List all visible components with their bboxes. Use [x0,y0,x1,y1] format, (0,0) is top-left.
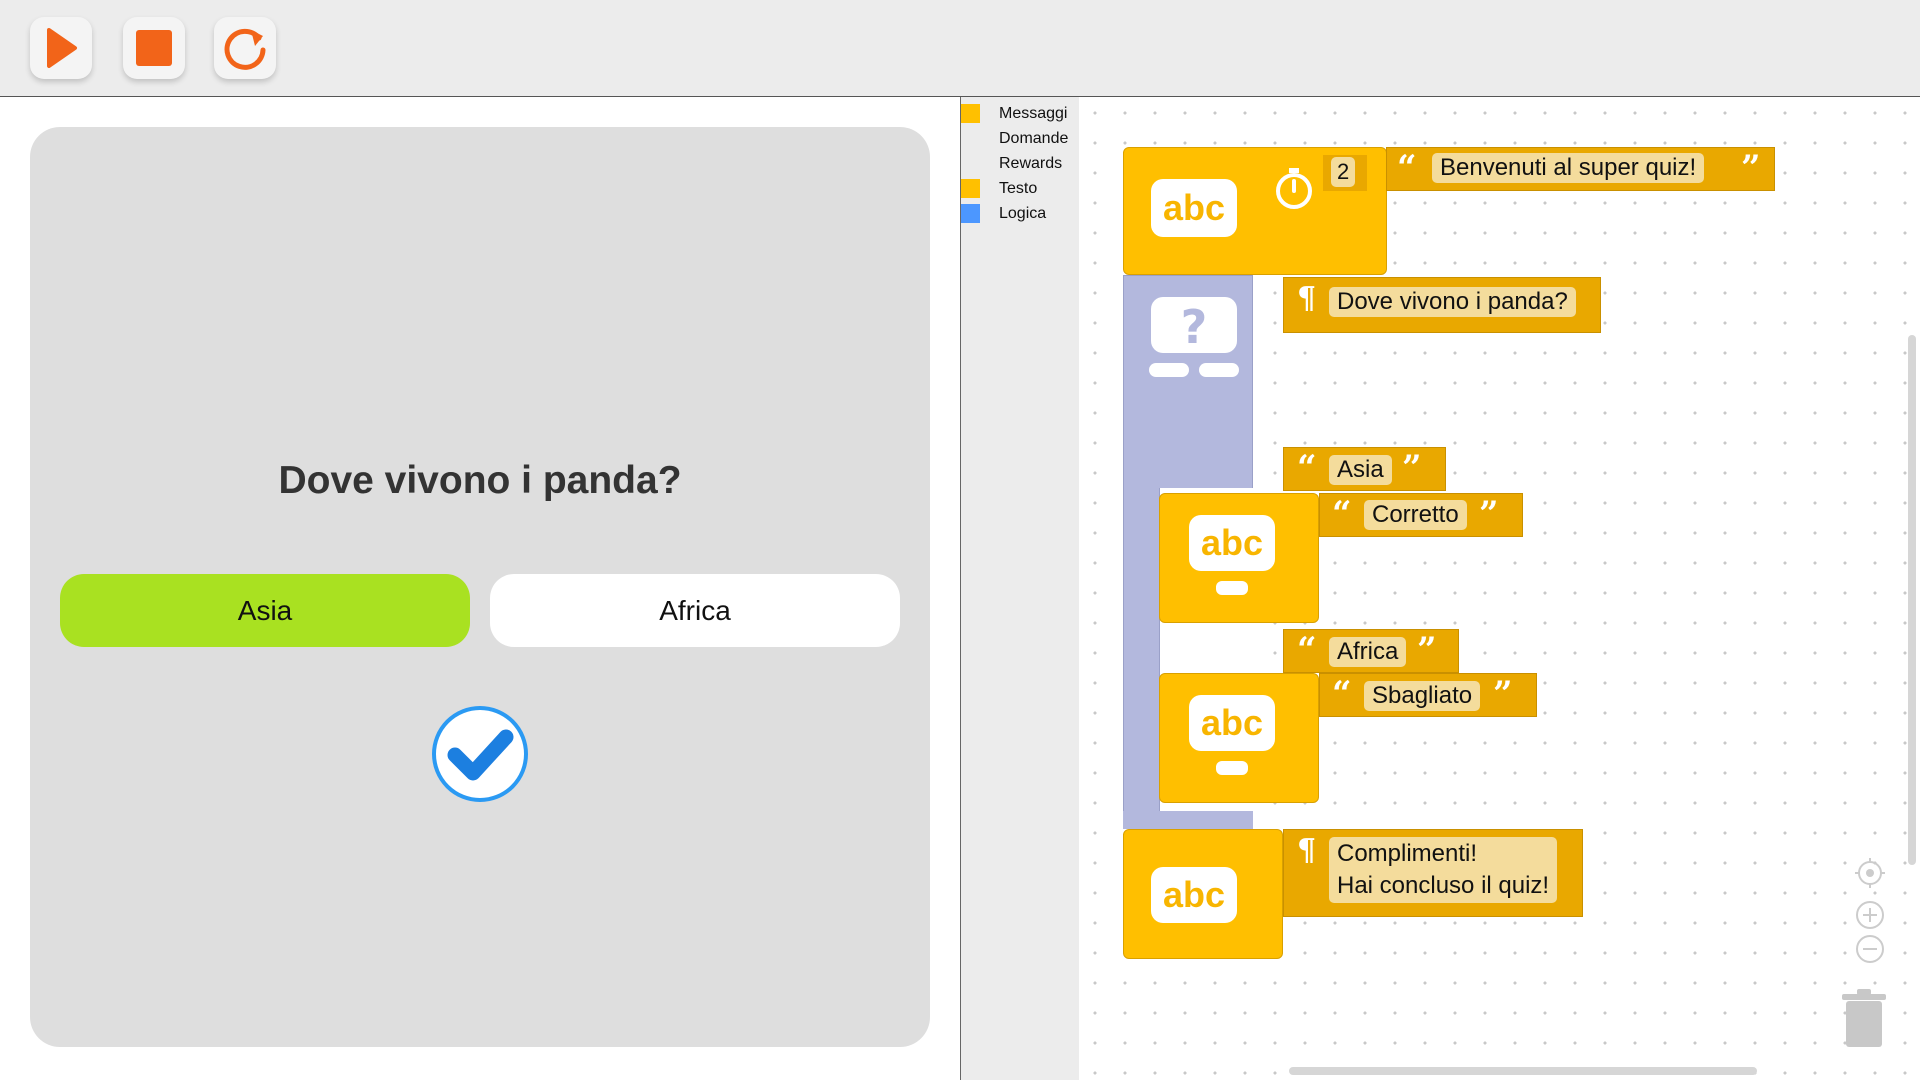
category-color-swatch [961,179,980,198]
category-label: Testo [999,179,1038,197]
zoom-out-icon[interactable] [1855,934,1885,964]
horizontal-scrollbar[interactable] [1289,1067,1757,1075]
confirm-button[interactable] [431,705,529,808]
response-pill-icon [1216,761,1248,775]
option-2-response-block[interactable]: abc [1159,673,1319,803]
stop-button[interactable] [123,17,185,79]
stage-panel: Dove vivono i panda? Asia Africa [0,97,960,1080]
trash-icon[interactable] [1842,989,1886,1047]
category-label: Domande [999,129,1069,147]
answer-button-2[interactable]: Africa [490,574,900,647]
svg-text:?: ? [1181,300,1208,354]
text-block-icon: abc [1151,867,1237,923]
refresh-icon [224,28,266,70]
stopwatch-icon [1276,168,1312,209]
option-1-response-text[interactable]: Corretto [1364,500,1467,530]
paragraph-icon: ¶ [1297,833,1317,868]
category-color-swatch [961,204,980,223]
option-1-text[interactable]: Asia [1329,455,1392,485]
text-block-icon: abc [1151,179,1237,237]
play-icon [47,28,77,68]
category-label: Logica [999,204,1047,222]
zoom-in-icon[interactable] [1855,900,1885,930]
question-screen-icon: ? [1149,297,1239,377]
reset-button[interactable] [214,17,276,79]
quote-open-icon: “ [1332,494,1352,534]
category-color-swatch [961,104,980,123]
option-2-text[interactable]: Africa [1329,637,1407,667]
category-rewards[interactable]: Rewards [961,151,1079,176]
category-domande[interactable]: Domande [961,126,1079,151]
category-testo[interactable]: Testo [961,176,1079,201]
quote-open-icon: “ [1397,148,1417,188]
quote-close-icon: ” [1417,630,1437,670]
final-text-line-2: Hai concluso il quiz! [1337,872,1550,899]
quote-close-icon: ” [1741,148,1761,188]
final-text-line-1: Complimenti! [1337,840,1478,867]
answer-button-1[interactable]: Asia [60,574,470,647]
target-icon[interactable] [1855,858,1885,888]
delay-value[interactable]: 2 [1331,157,1356,187]
vertical-scrollbar[interactable] [1908,335,1916,865]
final-message-block[interactable]: abc [1123,829,1283,959]
quote-close-icon: ” [1479,494,1499,534]
text-block-icon: abc [1189,515,1275,571]
quote-open-icon: “ [1297,448,1317,488]
category-messaggi[interactable]: Messaggi [961,101,1079,126]
quote-open-icon: “ [1297,630,1317,670]
category-logica[interactable]: Logica [961,201,1079,226]
question-field-text[interactable]: Dove vivono i panda? [1329,287,1576,317]
blocks-workspace[interactable]: ? abc 2 “ Benvenuti al super quiz! ” ¶ D… [1079,97,1920,1080]
category-list: Messaggi Domande Rewards Testo Logica [961,97,1079,1080]
option-1-response-block[interactable]: abc [1159,493,1319,623]
quote-close-icon: ” [1402,448,1422,488]
quote-close-icon: ” [1493,674,1513,714]
category-label: Rewards [999,154,1063,172]
toolbar [0,0,1920,97]
response-pill-icon [1216,581,1248,595]
welcome-text[interactable]: Benvenuti al super quiz! [1432,153,1705,183]
option-2-response-text[interactable]: Sbagliato [1364,681,1481,711]
check-circle-icon [432,706,528,802]
question-text: Dove vivono i panda? [278,459,682,502]
category-label: Messaggi [999,104,1068,122]
quiz-card: Dove vivono i panda? Asia Africa [30,127,930,1047]
run-button[interactable] [30,17,92,79]
final-text[interactable]: Complimenti! Hai concluso il quiz! [1329,837,1558,903]
welcome-message-block[interactable]: abc 2 [1123,147,1387,275]
quote-open-icon: “ [1332,674,1352,714]
text-block-icon: abc [1189,695,1275,751]
paragraph-icon: ¶ [1297,281,1317,316]
stop-icon [136,30,172,66]
